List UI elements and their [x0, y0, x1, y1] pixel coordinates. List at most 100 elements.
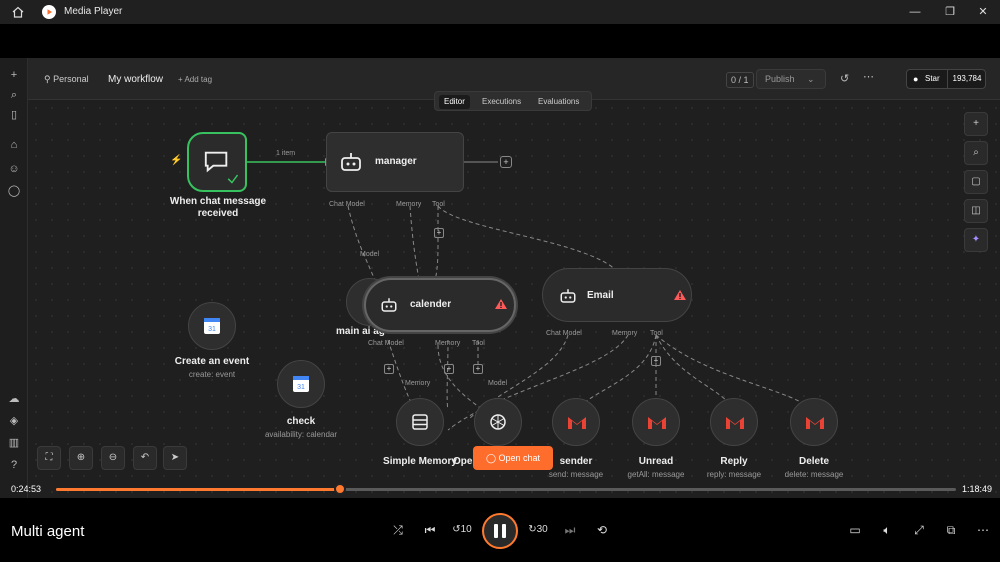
create-event-tool-node[interactable]: 31 [188, 302, 236, 350]
robot-icon [560, 289, 576, 303]
unread-tool-node[interactable] [632, 398, 680, 446]
tidy-up-button[interactable]: ➤ [163, 446, 187, 470]
previous-icon[interactable]: ⏮ [420, 520, 440, 540]
ai-assistant-button[interactable]: ✦ [964, 228, 988, 252]
workflow-name[interactable]: My workflow [108, 74, 163, 85]
help-icon[interactable]: ? [7, 458, 21, 472]
check-label: check [286, 416, 316, 427]
history-icon[interactable]: ↺ [840, 72, 849, 85]
shuffle-icon[interactable]: ⤮ [388, 520, 408, 540]
sender-tool-node[interactable] [552, 398, 600, 446]
fullscreen-icon[interactable]: ⤢ [909, 520, 929, 540]
gmail-icon [726, 417, 744, 429]
zoom-out-button[interactable]: ⊖ [101, 446, 125, 470]
manager-agent-node[interactable]: manager [326, 132, 464, 192]
subtitles-icon[interactable]: ▭ [845, 520, 865, 540]
video-letterbox-top [0, 24, 1000, 58]
add-tool-plus-icon[interactable]: + [473, 364, 483, 374]
repeat-off-icon[interactable]: ⟲ [592, 520, 612, 540]
publish-button[interactable]: Publish ⌄ [756, 69, 826, 89]
zoom-out-icon: ⊖ [108, 452, 118, 463]
elapsed-time: 0:24:53 [11, 484, 42, 494]
calender-port-memory: Memory [435, 340, 461, 347]
add-tool-plus-icon[interactable]: + [434, 228, 444, 238]
player-controls: Multi agent ⤮ ⏮ ↺10 ↻30 ⏭ ⟲ ▭ 🔈︎ ⤢ ⧉ ⋯ [0, 498, 1000, 562]
volume-icon[interactable]: 🔈︎ [877, 520, 897, 540]
video-frame: + ⌕ ▯ ⌂ ☺ ◯ ☁ ◈ ▥ ? ⚲ Personal My workfl… [0, 58, 1000, 498]
panel-toggle-button[interactable]: ◫ [964, 199, 988, 223]
openai-model-node[interactable] [474, 398, 522, 446]
undo-button[interactable]: ↶ [133, 446, 157, 470]
calender-agent-node[interactable]: calender [364, 278, 516, 332]
tab-editor[interactable]: Editor [439, 95, 470, 109]
plus-icon[interactable]: + [7, 68, 21, 82]
fit-view-button[interactable]: ⛶ [37, 446, 61, 470]
add-node-plus-icon[interactable]: + [500, 156, 512, 168]
minimize-icon[interactable]: — [907, 4, 923, 20]
rewind-10-icon[interactable]: ↺10 [452, 520, 472, 540]
add-model-plus-icon[interactable]: + [384, 364, 394, 374]
maximize-icon[interactable]: ❐ [942, 4, 958, 20]
zoom-in-button[interactable]: ⊕ [69, 446, 93, 470]
search-icon[interactable]: ⌕ [7, 88, 21, 102]
user-icon[interactable]: ☺ [7, 162, 21, 176]
search-nodes-button[interactable]: ⌕ [964, 141, 988, 165]
email-agent-node[interactable]: Email [542, 268, 692, 322]
delete-sub: delete: message [784, 470, 844, 479]
create-event-label: Create an event [174, 356, 250, 367]
database-icon [412, 414, 428, 430]
warning-icon [495, 299, 507, 309]
active-count-badge: 0 / 1 [726, 72, 754, 88]
gmail-icon [568, 417, 586, 429]
add-tag-button[interactable]: + Add tag [178, 75, 212, 84]
window-title: Media Player [64, 6, 123, 17]
add-node-button[interactable]: + [964, 112, 988, 136]
fit-view-icon: ⛶ [45, 452, 53, 463]
insights-icon[interactable]: ▥ [7, 436, 21, 450]
sidebar-toggle-icon[interactable]: ▯ [7, 108, 21, 122]
robot-icon [381, 298, 397, 312]
search-icon: ⌕ [973, 147, 979, 158]
left-sidebar: + ⌕ ▯ ⌂ ☺ ◯ ☁ ◈ ▥ ? [0, 58, 28, 498]
home-icon[interactable]: ⌂ [7, 138, 21, 152]
forward-30-icon[interactable]: ↻30 [528, 520, 548, 540]
chat-trigger-node[interactable] [187, 132, 247, 192]
seek-bar[interactable] [56, 483, 956, 495]
simple-memory-node[interactable] [396, 398, 444, 446]
gmail-icon [648, 417, 666, 429]
delete-tool-node[interactable] [790, 398, 838, 446]
view-tabs: Editor Executions Evaluations [434, 91, 592, 111]
more-options-icon[interactable]: ⋯ [973, 520, 993, 540]
github-star-button[interactable]: ● Star 193,784 [906, 69, 986, 89]
seek-progress [56, 488, 341, 491]
sticky-note-icon: ▢ [971, 176, 981, 187]
pause-icon [494, 524, 506, 538]
add-memory-plus-icon[interactable]: + [444, 364, 454, 374]
workflow-canvas[interactable]: ⚡ When chat message received 1 item manag… [28, 100, 1000, 498]
home-icon[interactable] [11, 5, 25, 19]
open-chat-button[interactable]: ◯ Open chat [473, 446, 553, 470]
cloud-icon[interactable]: ☁ [7, 392, 21, 406]
gmail-icon [806, 417, 824, 429]
close-icon[interactable]: ✕ [975, 4, 991, 20]
sparkle-icon: ✦ [971, 234, 981, 245]
mini-player-icon[interactable]: ⧉ [941, 520, 961, 540]
more-options-icon[interactable]: ⋯ [863, 70, 874, 83]
media-title: Multi agent [11, 523, 85, 540]
zoom-in-icon: ⊕ [76, 452, 86, 463]
owner-breadcrumb[interactable]: ⚲ Personal [44, 74, 89, 85]
check-tool-node[interactable]: 31 [277, 360, 325, 408]
sticky-note-button[interactable]: ▢ [964, 170, 988, 194]
manager-port-chat-model: Chat Model [329, 201, 365, 208]
tab-evaluations[interactable]: Evaluations [533, 95, 584, 109]
reply-tool-node[interactable] [710, 398, 758, 446]
chat-icon[interactable]: ◯ [7, 184, 21, 198]
google-calendar-icon: 31 [204, 318, 220, 334]
tab-executions[interactable]: Executions [477, 95, 526, 109]
pause-button[interactable] [482, 513, 518, 549]
add-tool-plus-icon[interactable]: + [651, 356, 661, 366]
next-icon[interactable]: ⏭ [560, 520, 580, 540]
create-event-sub: create: event [188, 370, 236, 379]
chevron-down-icon: ⌄ [807, 74, 815, 84]
templates-icon[interactable]: ◈ [7, 414, 21, 428]
